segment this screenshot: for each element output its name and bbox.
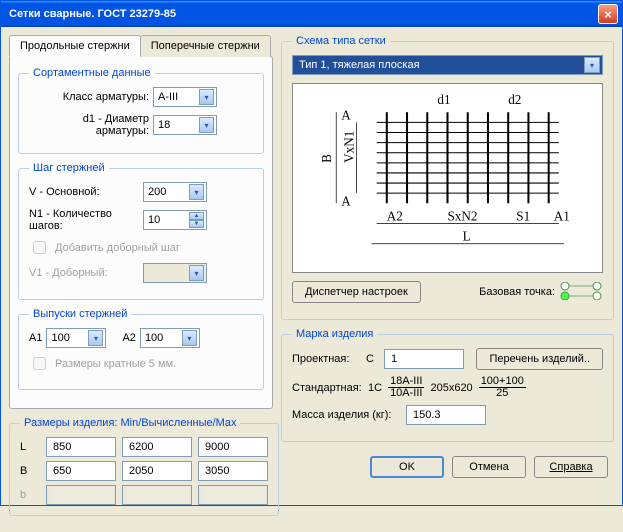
a2-combo[interactable]: 100 ▾ xyxy=(140,328,200,348)
svg-text:B: B xyxy=(319,154,334,163)
mark-legend: Марка изделия xyxy=(292,328,377,340)
d1-label: d1 - Диаметр арматуры: xyxy=(29,113,149,137)
chevron-down-icon: ▾ xyxy=(189,265,204,281)
mass-input[interactable] xyxy=(406,405,486,425)
v-combo[interactable]: 200 ▾ xyxy=(143,182,207,202)
svg-text:L: L xyxy=(463,229,471,244)
v-value: 200 xyxy=(148,186,166,198)
L-min-input[interactable] xyxy=(46,437,116,457)
release-legend: Выпуски стержней xyxy=(29,308,131,320)
v1-combo: ▾ xyxy=(143,263,207,283)
chevron-down-icon: ▾ xyxy=(584,57,600,73)
a2-label: A2 xyxy=(122,332,135,344)
std-mid: 205x620 xyxy=(430,382,472,394)
schema-type-value: Тип 1, тяжелая плоская xyxy=(299,59,420,71)
a1-value: 100 xyxy=(51,332,69,344)
a1-combo[interactable]: 100 ▾ xyxy=(46,328,106,348)
svg-text:SxN2: SxN2 xyxy=(448,208,478,223)
d1-value: 18 xyxy=(158,119,170,131)
chevron-down-icon: ▾ xyxy=(199,89,214,105)
svg-text:A2: A2 xyxy=(387,208,403,223)
schema-type-combo[interactable]: Тип 1, тяжелая плоская ▾ xyxy=(292,55,603,75)
tab-transverse[interactable]: Поперечные стержни xyxy=(140,35,271,57)
std-prefix: 1C xyxy=(368,382,382,394)
B-min-input[interactable] xyxy=(46,461,116,481)
close-button[interactable]: × xyxy=(598,4,618,24)
assortment-group: Сортаментные данные Класс арматуры: A-II… xyxy=(18,67,264,154)
spin-down-icon[interactable]: ▼ xyxy=(189,220,204,228)
svg-text:d2: d2 xyxy=(508,92,521,107)
svg-text:VxN1: VxN1 xyxy=(341,131,356,163)
L-calc-input[interactable] xyxy=(122,437,192,457)
size-L-label: L xyxy=(20,441,40,453)
schema-group: Схема типа сетки Тип 1, тяжелая плоская … xyxy=(281,35,614,320)
add-extra-checkbox xyxy=(33,241,46,254)
class-combo[interactable]: A-III ▾ xyxy=(153,87,217,107)
std-frac1: 18A-III 10A-III xyxy=(388,376,424,399)
cancel-button[interactable]: Отмена xyxy=(452,456,526,478)
basepoint-label: Базовая точка: xyxy=(479,286,555,298)
a1-label: A1 xyxy=(29,332,42,344)
d1-combo[interactable]: 18 ▾ xyxy=(153,115,217,135)
n1-spin[interactable]: 10 ▲▼ xyxy=(143,210,207,230)
titlebar: Сетки сварные. ГОСТ 23279-85 × xyxy=(1,1,622,27)
B-max-input[interactable] xyxy=(198,461,268,481)
proj-prefix: C xyxy=(366,353,380,365)
mark-group: Марка изделия Проектная: C Перечень изде… xyxy=(281,328,614,442)
sizes-legend: Размеры изделия: Min/Вычисленные/Max xyxy=(20,417,240,429)
svg-text:A: A xyxy=(341,107,351,122)
assortment-legend: Сортаментные данные xyxy=(29,67,155,79)
add-extra-label: Добавить доборный шаг xyxy=(55,242,180,254)
chevron-down-icon: ▾ xyxy=(189,184,204,200)
schema-legend: Схема типа сетки xyxy=(292,35,390,47)
mult5-checkbox xyxy=(33,357,46,370)
b-max-input xyxy=(198,485,268,505)
mult5-label: Размеры кратные 5 мм. xyxy=(55,358,176,370)
a2-value: 100 xyxy=(145,332,163,344)
window-title: Сетки сварные. ГОСТ 23279-85 xyxy=(9,8,598,20)
size-B-label: B xyxy=(20,465,40,477)
std-label: Стандартная: xyxy=(292,382,362,394)
help-button[interactable]: Справка xyxy=(534,456,608,478)
B-calc-input[interactable] xyxy=(122,461,192,481)
svg-text:S1: S1 xyxy=(516,208,530,223)
v-label: V - Основной: xyxy=(29,186,139,198)
b-calc-input xyxy=(122,485,192,505)
sizes-group: Размеры изделия: Min/Вычисленные/Max L B… xyxy=(9,417,279,516)
dialog-window: Сетки сварные. ГОСТ 23279-85 × Продольны… xyxy=(0,0,623,506)
step-legend: Шаг стержней xyxy=(29,162,109,174)
svg-text:A: A xyxy=(341,193,351,208)
mass-label: Масса изделия (кг): xyxy=(292,409,402,421)
class-value: A-III xyxy=(158,91,178,103)
b-min-input xyxy=(46,485,116,505)
ok-button[interactable]: OK xyxy=(370,456,444,478)
proj-label: Проектная: xyxy=(292,353,362,365)
schema-diagram: d1 d2 A B VxN1 A A2 SxN2 S1 A1 L xyxy=(292,83,603,273)
basepoint-selector[interactable] xyxy=(559,282,603,303)
tab-longitudinal[interactable]: Продольные стержни xyxy=(9,35,141,57)
v1-label: V1 - Доборный: xyxy=(29,267,139,279)
spin-up-icon[interactable]: ▲ xyxy=(189,212,204,220)
n1-value: 10 xyxy=(148,214,160,226)
rod-tabs: Продольные стержни Поперечные стержни Со… xyxy=(9,35,273,409)
chevron-down-icon: ▾ xyxy=(199,117,214,133)
step-group: Шаг стержней V - Основной: 200 ▾ N1 - Кол… xyxy=(18,162,264,300)
dispatch-button[interactable]: Диспетчер настроек xyxy=(292,281,421,303)
product-list-button[interactable]: Перечень изделий.. xyxy=(476,348,603,370)
svg-text:d1: d1 xyxy=(437,92,450,107)
L-max-input[interactable] xyxy=(198,437,268,457)
size-b-label: b xyxy=(20,489,40,501)
std-frac2: 100+100 25 xyxy=(479,376,526,399)
n1-label: N1 - Количество шагов: xyxy=(29,208,139,232)
class-label: Класс арматуры: xyxy=(29,91,149,103)
release-group: Выпуски стержней A1 100 ▾ A2 100 ▾ xyxy=(18,308,264,390)
chevron-down-icon: ▾ xyxy=(182,330,197,346)
svg-text:A1: A1 xyxy=(554,208,570,223)
chevron-down-icon: ▾ xyxy=(88,330,103,346)
proj-input[interactable] xyxy=(384,349,464,369)
